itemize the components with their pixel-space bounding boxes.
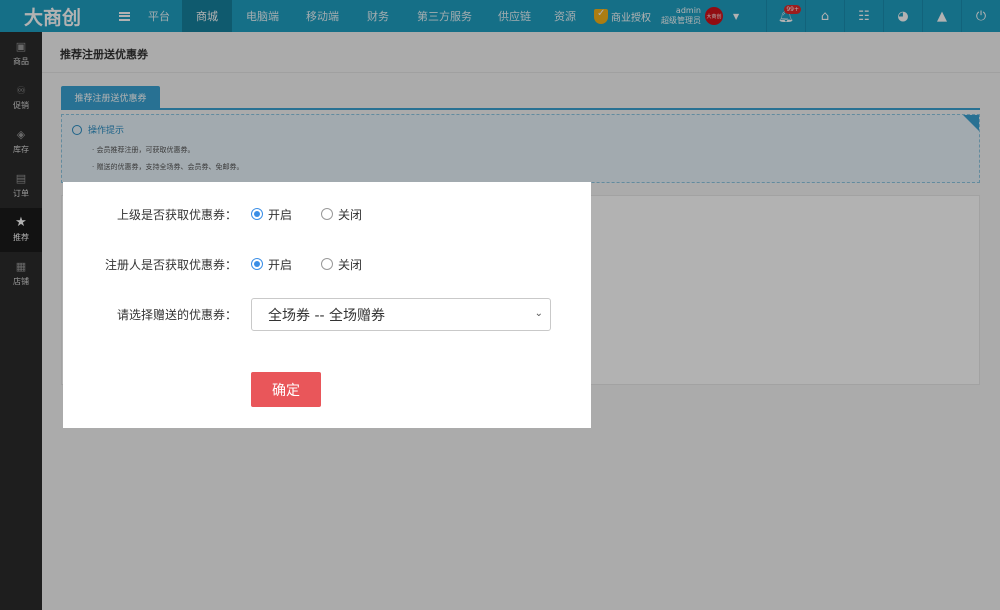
chevron-down-icon: ⌄ bbox=[534, 308, 543, 319]
radio-registrant-on[interactable]: 开启 bbox=[251, 256, 292, 273]
radio-parent-off[interactable]: 关闭 bbox=[321, 206, 362, 223]
radio-label: 开启 bbox=[268, 257, 293, 272]
form-row-registrant-coupon: 注册人是否获取优惠券： 开启 关闭 bbox=[63, 254, 591, 274]
radio-unchecked-icon bbox=[321, 208, 334, 220]
form-row-parent-coupon: 上级是否获取优惠券： 开启 关闭 bbox=[63, 204, 591, 224]
coupon-select[interactable]: 全场券 -- 全场赠券 ⌄ bbox=[251, 298, 551, 331]
radio-unchecked-icon bbox=[321, 258, 334, 270]
radio-checked-icon bbox=[251, 258, 263, 270]
radio-parent-on[interactable]: 开启 bbox=[251, 206, 292, 223]
radio-registrant-off[interactable]: 关闭 bbox=[321, 256, 362, 273]
field-label: 上级是否获取优惠券： bbox=[116, 207, 237, 222]
field-label: 注册人是否获取优惠券： bbox=[104, 257, 237, 272]
coupon-select-value: 全场券 -- 全场赠券 bbox=[268, 307, 386, 324]
radio-label: 开启 bbox=[268, 207, 293, 222]
settings-modal: 上级是否获取优惠券： 开启 关闭 注册人是否获取优惠券： 开启 关闭 请选择赠送… bbox=[63, 182, 591, 428]
modal-overlay[interactable]: 上级是否获取优惠券： 开启 关闭 注册人是否获取优惠券： 开启 关闭 请选择赠送… bbox=[0, 0, 1000, 610]
radio-label: 关闭 bbox=[338, 207, 363, 222]
field-label: 请选择赠送的优惠券： bbox=[116, 307, 237, 322]
radio-checked-icon bbox=[251, 208, 263, 220]
radio-label: 关闭 bbox=[338, 257, 363, 272]
confirm-button[interactable]: 确定 bbox=[251, 372, 321, 407]
